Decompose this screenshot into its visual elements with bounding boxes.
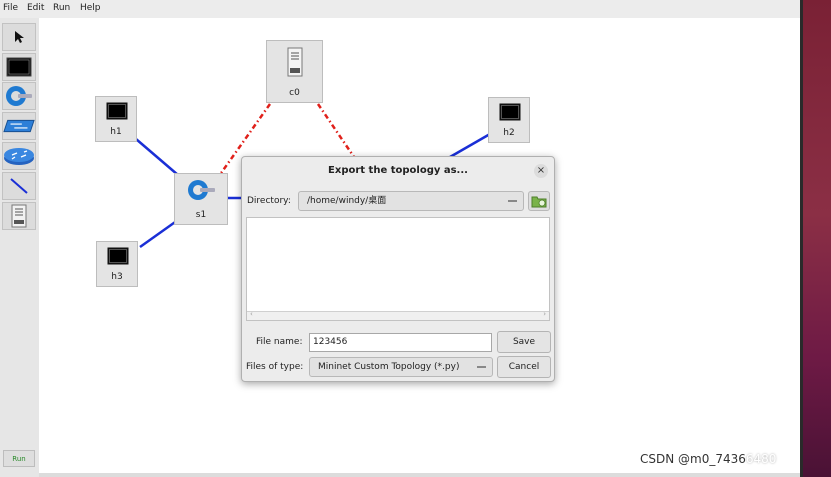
control-link-c0-h2side	[316, 103, 356, 158]
chevron-down-icon	[508, 200, 517, 202]
ovs-switch-icon	[188, 180, 215, 200]
filename-label: File name:	[256, 337, 303, 347]
chevron-down-icon	[477, 366, 486, 368]
controller-server-icon	[287, 47, 303, 77]
filetype-label: Files of type:	[246, 362, 304, 372]
cancel-button[interactable]: Cancel	[497, 356, 551, 378]
directory-combo[interactable]: /home/windy/桌面	[298, 191, 524, 211]
filename-input[interactable]: 123456	[309, 333, 492, 352]
node-label: c0	[289, 88, 300, 98]
csdn-watermark: CSDN @m0_74366480	[640, 452, 776, 466]
host-node-h2[interactable]: h2	[488, 97, 530, 143]
controller-node-c0[interactable]: c0	[266, 40, 323, 103]
node-label: h1	[110, 127, 122, 137]
watermark-prefix: CSDN @m0_7436	[640, 452, 746, 466]
node-label: h2	[503, 128, 515, 138]
node-label: s1	[195, 210, 207, 220]
link-h1-s1	[135, 138, 179, 176]
directory-label: Directory:	[247, 196, 291, 206]
directory-value: /home/windy/桌面	[307, 196, 387, 206]
terminal-host-icon	[107, 247, 129, 265]
export-topology-dialog: Export the topology as... × Directory: /…	[241, 156, 555, 382]
scroll-right-icon[interactable]: ›	[543, 310, 546, 318]
filetype-value: Mininet Custom Topology (*.py)	[318, 362, 460, 372]
file-list[interactable]: ‹ ›	[246, 217, 550, 321]
link-h2-hidden	[449, 132, 491, 159]
dialog-title: Export the topology as...	[328, 165, 468, 176]
terminal-host-icon	[106, 102, 128, 120]
host-node-h3[interactable]: h3	[96, 241, 138, 287]
switch-node-s1[interactable]: s1	[174, 173, 228, 225]
close-icon[interactable]: ×	[534, 164, 548, 178]
new-folder-icon	[531, 196, 547, 208]
link-h3-s1	[139, 218, 179, 249]
node-label: h3	[111, 272, 123, 282]
scroll-left-icon[interactable]: ‹	[250, 310, 253, 318]
new-folder-button[interactable]	[528, 191, 550, 211]
terminal-host-icon	[499, 103, 521, 121]
watermark-suffix: 6480	[745, 452, 777, 466]
host-node-h1[interactable]: h1	[95, 96, 137, 142]
save-button[interactable]: Save	[497, 331, 551, 353]
file-list-horizontal-scrollbar[interactable]: ‹ ›	[247, 310, 549, 320]
filetype-combo[interactable]: Mininet Custom Topology (*.py)	[309, 357, 493, 377]
